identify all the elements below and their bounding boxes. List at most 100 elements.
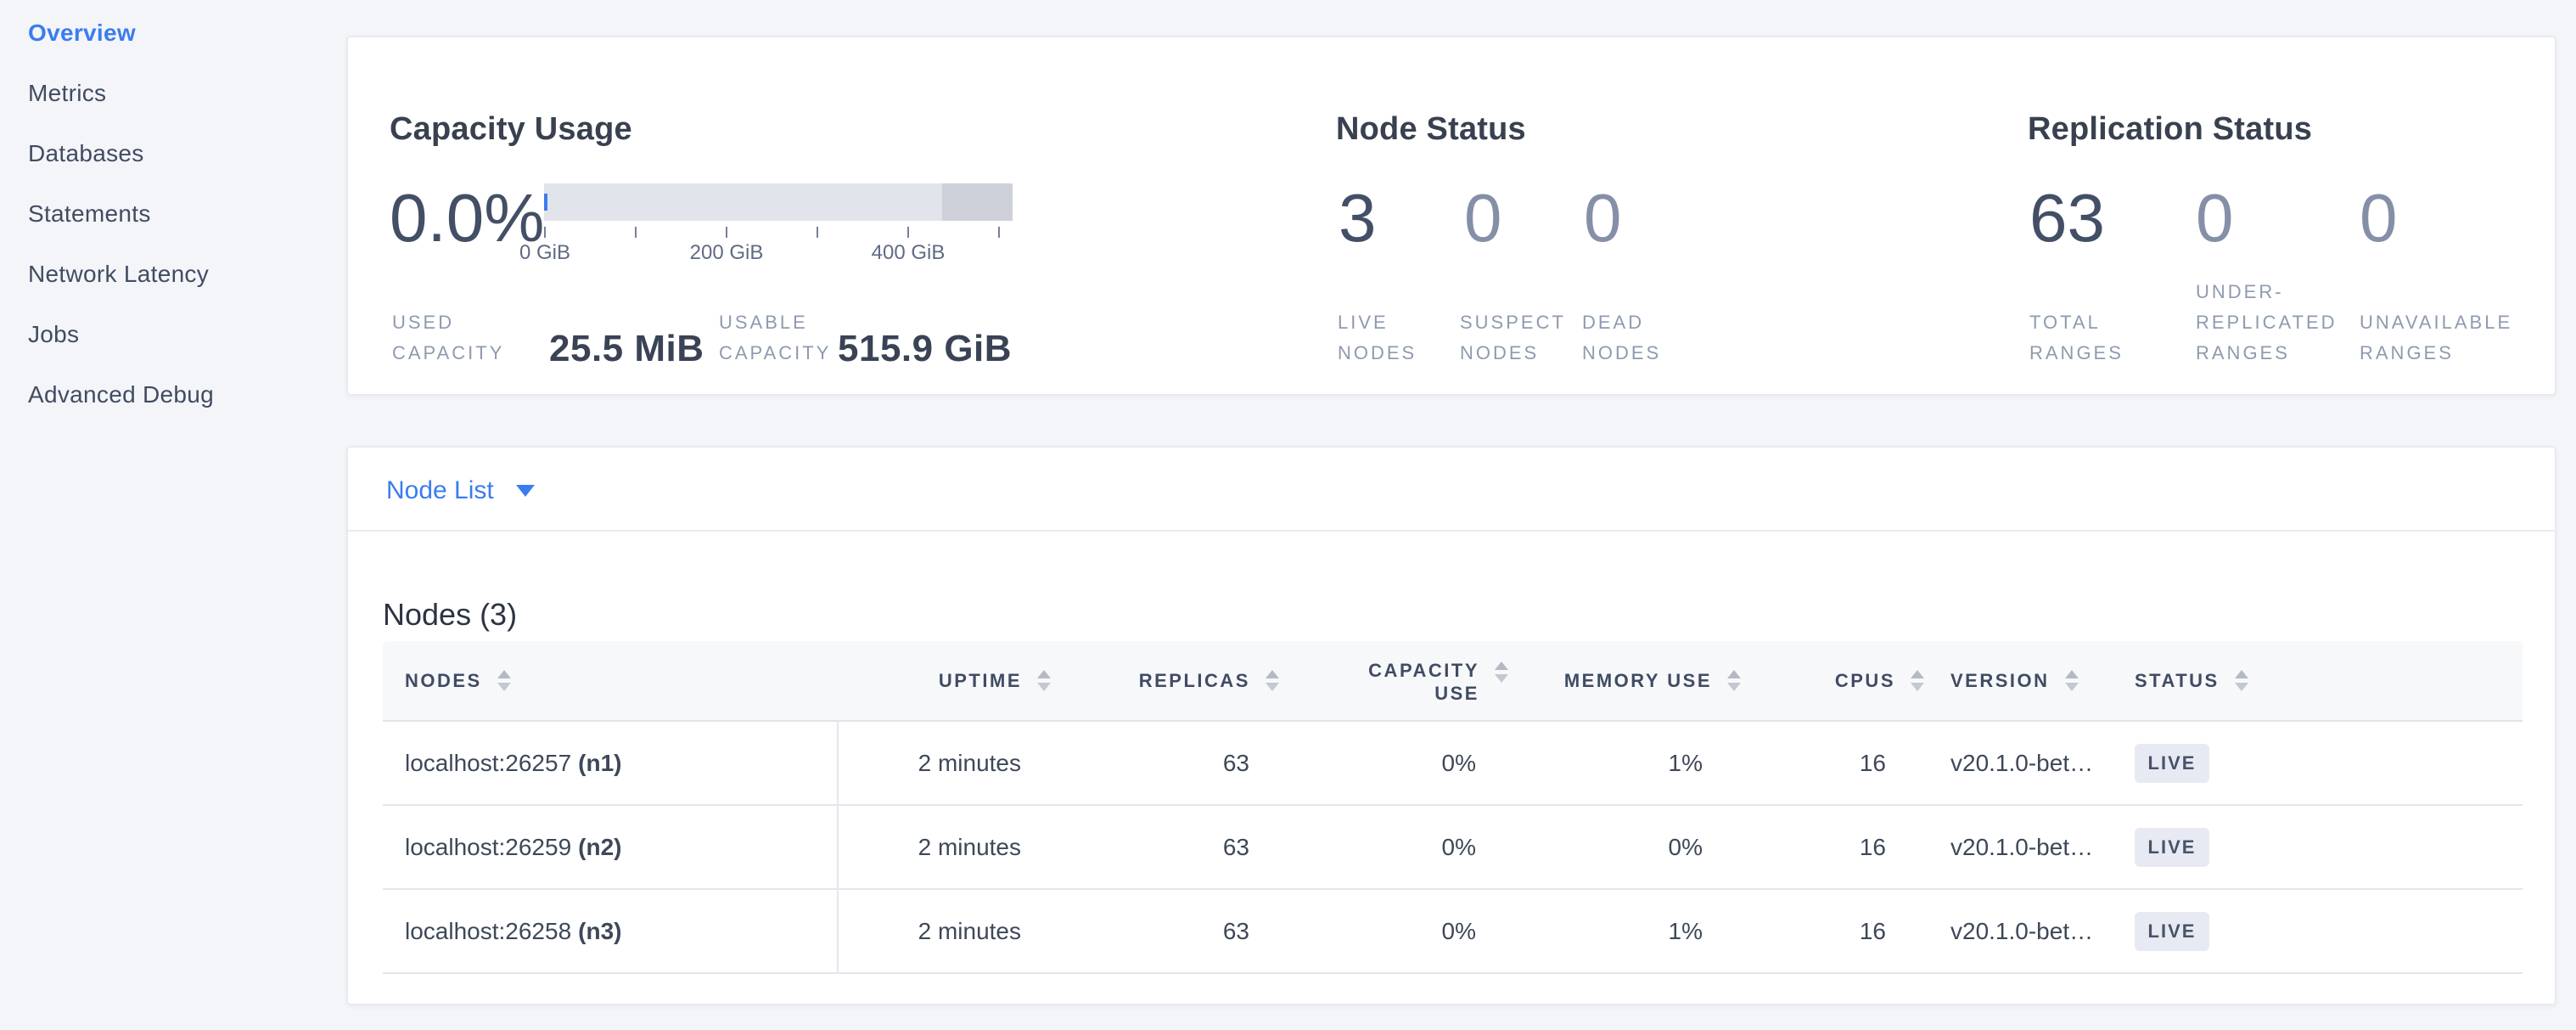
sidebar-item-overview[interactable]: Overview	[28, 21, 346, 45]
column-header-memory-use[interactable]: MEMORY USE	[1564, 641, 1741, 720]
used-capacity-value: 25.5 MiB	[549, 328, 704, 370]
axis-tick	[544, 227, 546, 238]
sort-icon	[1266, 670, 1279, 691]
column-label: REPLICAS	[1139, 669, 1250, 692]
column-label: CAPACITY USE	[1368, 659, 1479, 705]
node-address-cell: localhost:26257(n1)	[405, 722, 621, 804]
axis-tick	[998, 227, 1000, 238]
status-cell: LIVE	[2135, 806, 2209, 888]
memory-use-cell: 1%	[1669, 890, 1703, 972]
sort-icon	[1037, 670, 1051, 691]
column-label: STATUS	[2135, 669, 2220, 692]
column-label: CPUS	[1835, 669, 1895, 692]
node-list-dropdown-label: Node List	[386, 476, 494, 505]
node-list-card: Node List Nodes (3) NODES UPTIME REPLICA…	[346, 446, 2556, 1005]
memory-use-cell: 1%	[1669, 722, 1703, 804]
sort-icon	[2235, 670, 2248, 691]
column-header-replicas[interactable]: REPLICAS	[1139, 641, 1279, 720]
sidebar-item-metrics[interactable]: Metrics	[28, 82, 346, 105]
chevron-down-icon	[516, 485, 535, 497]
nodes-table: NODES UPTIME REPLICAS CAPACITY USE MEMOR…	[383, 641, 2523, 974]
status-cell: LIVE	[2135, 722, 2209, 804]
sidebar-item-jobs[interactable]: Jobs	[28, 323, 346, 346]
cpus-cell: 16	[1860, 890, 1886, 972]
live-nodes-label: LIVE NODES	[1338, 307, 1417, 369]
capacity-bar-reserved-segment	[942, 183, 1013, 221]
axis-label-400: 400 GiB	[849, 241, 968, 265]
memory-use-cell: 0%	[1669, 806, 1703, 888]
capacity-usage-bar	[544, 183, 1013, 221]
nodes-count-heading: Nodes (3)	[383, 597, 517, 633]
column-header-nodes[interactable]: NODES	[405, 641, 511, 720]
uptime-cell: 2 minutes	[918, 890, 1021, 972]
column-label: MEMORY USE	[1564, 669, 1712, 692]
axis-tick	[817, 227, 818, 238]
sort-icon	[1495, 661, 1508, 683]
suspect-nodes-label: SUSPECT NODES	[1460, 307, 1566, 369]
capacity-use-cell: 0%	[1442, 890, 1476, 972]
usable-capacity-value: 515.9 GiB	[838, 328, 1012, 370]
sidebar-item-statements[interactable]: Statements	[28, 202, 346, 226]
replicas-cell: 63	[1223, 806, 1249, 888]
column-label: UPTIME	[939, 669, 1022, 692]
column-header-status[interactable]: STATUS	[2135, 641, 2248, 720]
suspect-nodes-count: 0	[1464, 176, 1502, 261]
node-status-title: Node Status	[1336, 111, 1526, 148]
cpus-cell: 16	[1860, 722, 1886, 804]
sidebar-nav: Overview Metrics Databases Statements Ne…	[0, 0, 346, 407]
nodes-table-header: NODES UPTIME REPLICAS CAPACITY USE MEMOR…	[383, 641, 2523, 722]
sidebar-item-databases[interactable]: Databases	[28, 142, 346, 166]
usable-capacity-label: USABLE CAPACITY	[719, 307, 831, 369]
status-badge-live: LIVE	[2135, 744, 2209, 783]
version-cell: v20.1.0-bet…	[1950, 890, 2093, 972]
column-header-version[interactable]: VERSION	[1950, 641, 2079, 720]
uptime-cell: 2 minutes	[918, 722, 1021, 804]
axis-tick	[907, 227, 909, 238]
dead-nodes-count: 0	[1584, 176, 1622, 261]
used-capacity-label: USED CAPACITY	[392, 307, 504, 369]
unavailable-ranges-label: UNAVAILABLE RANGES	[2360, 307, 2512, 369]
sort-icon	[1727, 670, 1741, 691]
table-row-node-3[interactable]: localhost:26258(n3) 2 minutes 63 0% 1% 1…	[383, 890, 2523, 974]
node-address-cell: localhost:26259(n2)	[405, 806, 621, 888]
divider	[348, 530, 2555, 532]
node-address-cell: localhost:26258(n3)	[405, 890, 621, 972]
capacity-use-cell: 0%	[1442, 806, 1476, 888]
sidebar-item-network-latency[interactable]: Network Latency	[28, 262, 346, 286]
uptime-cell: 2 minutes	[918, 806, 1021, 888]
cpus-cell: 16	[1860, 806, 1886, 888]
table-row-node-1[interactable]: localhost:26257(n1) 2 minutes 63 0% 1% 1…	[383, 722, 2523, 806]
nodes-table-body: localhost:26257(n1) 2 minutes 63 0% 1% 1…	[383, 722, 2523, 974]
cluster-summary-card: Capacity Usage 0.0% 0 GiB 200 GiB 400 Gi…	[346, 36, 2556, 396]
replicas-cell: 63	[1223, 722, 1249, 804]
live-nodes-count: 3	[1339, 176, 1377, 261]
version-cell: v20.1.0-bet…	[1950, 722, 2093, 804]
total-ranges-count: 63	[2029, 176, 2105, 261]
status-badge-live: LIVE	[2135, 912, 2209, 951]
node-list-dropdown[interactable]: Node List	[386, 476, 535, 505]
under-replicated-ranges-count: 0	[2196, 176, 2234, 261]
column-label: VERSION	[1950, 669, 2050, 692]
sort-icon	[497, 670, 511, 691]
capacity-usage-title: Capacity Usage	[390, 111, 632, 148]
replicas-cell: 63	[1223, 890, 1249, 972]
sort-icon	[2065, 670, 2079, 691]
sidebar: Overview Metrics Databases Statements Ne…	[0, 0, 346, 1030]
axis-label-200: 200 GiB	[667, 241, 786, 265]
total-ranges-label: TOTAL RANGES	[2029, 307, 2124, 369]
axis-label-0: 0 GiB	[485, 241, 604, 265]
status-cell: LIVE	[2135, 890, 2209, 972]
under-replicated-ranges-label: UNDER- REPLICATED RANGES	[2196, 277, 2337, 369]
column-label: NODES	[405, 669, 482, 692]
sort-icon	[1911, 670, 1924, 691]
unavailable-ranges-count: 0	[2360, 176, 2398, 261]
capacity-bar-used-indicator	[544, 194, 547, 211]
replication-status-title: Replication Status	[2028, 111, 2312, 148]
version-cell: v20.1.0-bet…	[1950, 806, 2093, 888]
sidebar-item-advanced-debug[interactable]: Advanced Debug	[28, 383, 346, 407]
column-header-uptime[interactable]: UPTIME	[939, 641, 1051, 720]
column-header-cpus[interactable]: CPUS	[1835, 641, 1924, 720]
capacity-use-cell: 0%	[1442, 722, 1476, 804]
axis-tick	[726, 227, 727, 238]
table-row-node-2[interactable]: localhost:26259(n2) 2 minutes 63 0% 0% 1…	[383, 806, 2523, 890]
